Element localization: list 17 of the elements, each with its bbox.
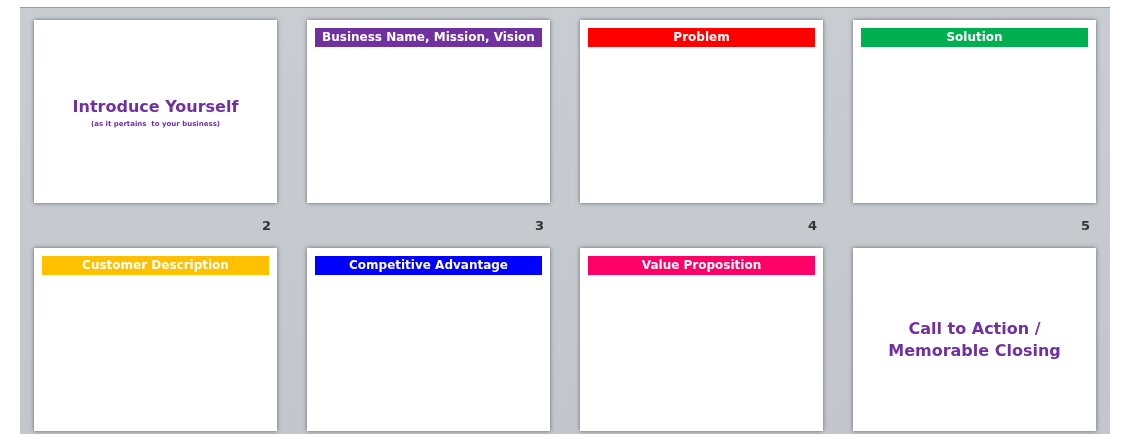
slide-title: Call to Action / Memorable Closing — [888, 317, 1061, 362]
slide-title-banner: Business Name, Mission, Vision — [315, 28, 542, 47]
slide-thumbnail[interactable]: Value Proposition — [580, 248, 823, 431]
slide-title-banner: Solution — [861, 28, 1088, 47]
slide-thumbnail[interactable]: Problem — [580, 20, 823, 203]
slide-number: 3 — [534, 218, 544, 233]
slide-title-banner: Customer Description — [42, 256, 269, 275]
slide-title-banner: Value Proposition — [588, 256, 815, 275]
slide-title: Introduce Yourself — [72, 95, 239, 118]
slide-number: 4 — [807, 218, 817, 233]
slide-thumbnail[interactable]: Competitive Advantage — [307, 248, 550, 431]
slide-title-banner: Competitive Advantage — [315, 256, 542, 275]
slide-title-banner: Problem — [588, 28, 815, 47]
slide-thumbnail[interactable]: Business Name, Mission, Vision — [307, 20, 550, 203]
slide-number: 2 — [261, 218, 271, 233]
slide-thumbnail[interactable]: Call to Action / Memorable Closing — [853, 248, 1096, 431]
slide-number: 5 — [1080, 218, 1090, 233]
